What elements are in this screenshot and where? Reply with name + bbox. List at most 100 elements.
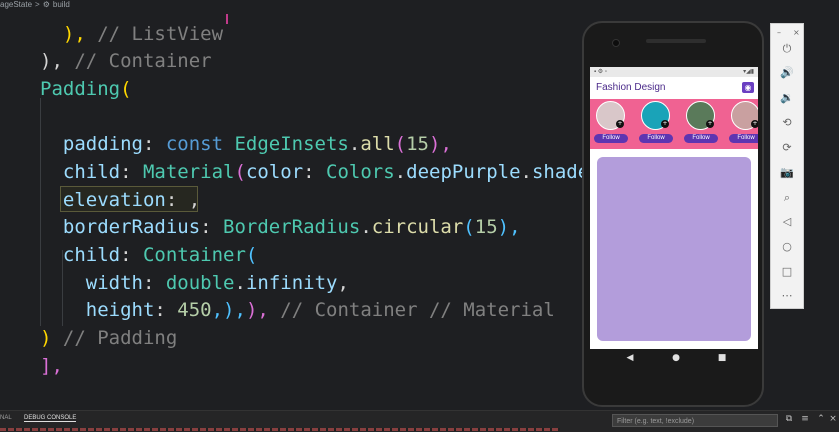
follow-button[interactable]: Follow [639,134,673,143]
code-token: ,), [211,299,246,321]
overview-icon[interactable]: ■ [716,353,728,365]
code-line[interactable]: ), // ListView [40,20,223,48]
code-token: elevation [40,189,166,211]
more-icon[interactable]: ⋯ [779,288,795,304]
code-token: . [394,161,407,183]
chevron-up-icon[interactable]: ⌃ [816,414,826,426]
code-token: . [348,133,361,155]
app-bar: Fashion Design ◉ [590,77,758,99]
text-cursor [226,14,228,24]
code-token: ), [245,299,269,321]
code-token: circular [371,216,464,238]
code-token: // ListView [97,23,224,45]
code-token: double [165,272,235,294]
add-icon: + [661,120,669,128]
home-icon[interactable]: ○ [779,239,795,255]
story-item[interactable]: + Follow [635,99,675,149]
follow-button[interactable]: Follow [729,134,758,143]
code-line[interactable]: borderRadius: BorderRadius.circular(15), [40,213,521,241]
filter-input[interactable]: Filter (e.g. text, !exclude) [612,414,778,427]
breadcrumb-separator: > [35,0,40,9]
breadcrumb-item[interactable]: ageState [0,0,32,9]
add-icon: + [616,120,624,128]
power-icon[interactable]: ⏻ [779,41,795,57]
code-token: child [40,244,121,266]
code-token: width [40,272,143,294]
story-item[interactable]: + Follow [680,99,720,149]
status-icons-right: ▾◢▮ [743,69,754,75]
code-token: Colors [326,161,395,183]
code-token: : [142,272,166,294]
status-icons-left: ▪ ⚙ ▫ [594,69,607,75]
code-token: deepPurple [406,161,521,183]
code-token: : [120,244,143,266]
follow-button[interactable]: Follow [594,134,628,143]
code-line[interactable]: height: 450,),), // Container // Materia… [40,296,555,324]
code-token: : [154,299,178,321]
code-token: ), [40,50,75,72]
code-token: borderRadius [40,216,201,238]
code-line[interactable]: child: Material(color: Colors.deepPurple… [40,158,601,186]
code-line[interactable]: elevation: , [40,186,200,214]
code-token: . [520,161,532,183]
code-line[interactable]: width: double.infinity, [40,269,349,297]
code-token: ), [40,23,98,45]
android-nav-bar: ◀ ● ■ [590,349,758,369]
code-token: height [40,299,155,321]
code-token: : , [165,189,201,211]
code-token: . [234,272,246,294]
follow-button[interactable]: Follow [684,134,718,143]
rotate-left-icon[interactable]: ⟲ [779,115,795,131]
code-token: infinity [245,272,338,294]
code-token: Material [142,161,235,183]
code-line[interactable]: ) // Padding [40,324,177,352]
code-token: : [200,216,224,238]
code-line[interactable]: ], [40,352,63,380]
story-item[interactable]: + Follow [725,99,758,149]
rotate-right-icon[interactable]: ⟳ [779,140,795,156]
story-item[interactable]: + Follow [590,99,630,149]
phone-emulator: ▪ ⚙ ▫ ▾◢▮ Fashion Design ◉ + Follow + Fo… [582,21,764,407]
breadcrumb-item[interactable]: build [53,0,70,9]
code-token: all [360,133,395,155]
code-token: ( [245,244,258,266]
back-icon[interactable]: ◀ [624,353,636,365]
home-icon[interactable]: ● [670,353,682,365]
code-token: // Container [74,50,212,72]
status-bar: ▪ ⚙ ▫ ▾◢▮ [590,67,758,77]
code-token: padding [40,133,143,155]
zoom-icon[interactable]: ⌕ [779,190,795,206]
clear-icon[interactable]: ≡ [800,414,810,426]
camera-icon[interactable]: ◉ [742,82,754,93]
phone-screen[interactable]: ▪ ⚙ ▫ ▾◢▮ Fashion Design ◉ + Follow + Fo… [590,67,758,349]
code-token: ), [429,133,452,155]
code-token: : [120,161,143,183]
add-icon: + [706,120,714,128]
code-line[interactable]: child: Container( [40,241,258,269]
code-token: Container [142,244,246,266]
breadcrumb: ageState > ⚙ build [0,0,73,12]
screenshot-icon[interactable]: 📷 [779,165,795,181]
code-token: child [40,161,121,183]
code-token: ( [234,161,246,183]
bottom-panel: NAL DEBUG CONSOLE Filter (e.g. text, !ex… [0,410,839,432]
volume-down-icon[interactable]: 🔉 [779,90,795,106]
code-line[interactable]: Padding( [40,75,132,103]
back-icon[interactable]: ◁ [779,214,795,230]
code-token: ), [497,216,521,238]
code-token: : [303,161,327,183]
code-token: color [245,161,304,183]
overview-icon[interactable]: □ [779,264,795,280]
tab-debug-console[interactable]: DEBUG CONSOLE [24,415,77,422]
tab-terminal[interactable]: NAL [0,415,12,421]
code-token: // Padding [62,327,178,349]
code-token: 15 [474,216,498,238]
close-icon[interactable]: × [793,28,800,37]
close-icon[interactable]: × [828,414,838,426]
minimize-icon[interactable]: – [777,28,781,37]
code-line[interactable]: ), // Container [40,47,212,75]
volume-up-icon[interactable]: 🔊 [779,65,795,81]
code-line[interactable]: padding: const EdgeInsets.all(15), [40,130,452,158]
copy-icon[interactable]: ⧉ [784,414,794,426]
code-token: ) [40,327,63,349]
